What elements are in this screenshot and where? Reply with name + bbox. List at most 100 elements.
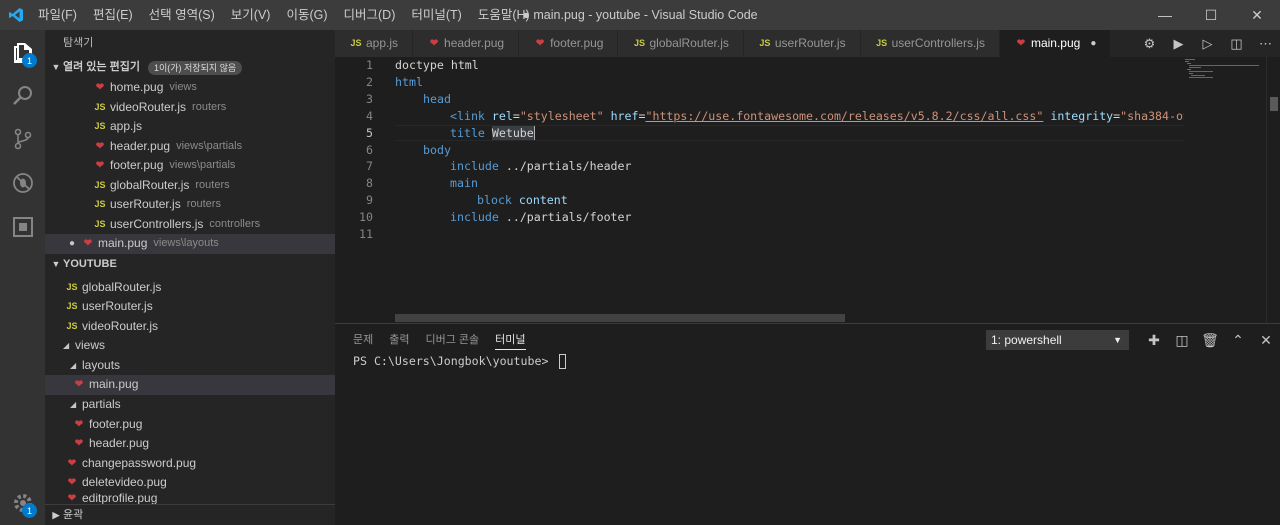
horizontal-scrollbar[interactable] (395, 314, 845, 322)
menu-selection[interactable]: 선택 영역(S) (141, 0, 223, 30)
tab-userrouter-js[interactable]: JS userRouter.js (743, 30, 861, 57)
menu-go[interactable]: 이동(G) (278, 0, 335, 30)
split-terminal-icon[interactable]: ◫ (1168, 330, 1196, 350)
code-line: html (395, 74, 423, 89)
file-name: changepassword.pug (82, 455, 197, 470)
terminal-output[interactable]: PS C:\Users\Jongbok\youtube> (353, 354, 567, 369)
terminal-select[interactable]: 1: powershell ▼ (986, 330, 1129, 350)
tree-folder[interactable]: ◢ views (45, 336, 335, 356)
open-editor-item[interactable]: ❤ home.pug views (45, 78, 335, 98)
debug-icon[interactable] (0, 160, 45, 205)
trash-icon[interactable]: 🗑 (1196, 330, 1224, 350)
open-editors-header[interactable]: ▼ 열려 있는 편집기 1이(가) 저장되지 않음 (45, 57, 335, 78)
project-header[interactable]: ▼ YOUTUBE (45, 253, 335, 275)
menu-debug[interactable]: 디버그(D) (336, 0, 404, 30)
explorer-icon[interactable]: 1 (0, 30, 45, 75)
tab-globalrouter-js[interactable]: JS globalRouter.js (618, 30, 744, 57)
settings-gear-icon[interactable]: 1 (0, 480, 45, 525)
code-line: body (423, 142, 451, 157)
open-editor-item[interactable]: ❤ header.pug views\partials (45, 137, 335, 157)
tab-footer-pug[interactable]: ❤ footer.pug (519, 30, 619, 57)
outline-header[interactable]: ▶ 윤곽 (45, 504, 335, 525)
chevron-up-icon[interactable]: ⌃ (1224, 330, 1252, 350)
panel-tabs: 문제 출력 디버그 콘솔 터미널 (353, 324, 542, 356)
tab-terminal[interactable]: 터미널 (495, 331, 526, 350)
line-number: 3 (366, 91, 373, 106)
file-path: views\layouts (153, 237, 219, 249)
tree-item[interactable]: ❤ footer.pug (45, 415, 335, 435)
tree-item[interactable]: ❤ header.pug (45, 434, 335, 454)
tree-folder[interactable]: ◢ partials (45, 395, 335, 415)
js-file-icon: JS (94, 179, 106, 190)
code-attr: href (610, 108, 639, 123)
code-line: include ../partials/footer (450, 209, 632, 226)
maximize-icon[interactable]: ☐ (1188, 0, 1234, 30)
open-editor-item[interactable]: ❤ footer.pug views\partials (45, 156, 335, 176)
tab-header-pug[interactable]: ❤ header.pug (413, 30, 520, 57)
menu-edit[interactable]: 편집(E) (85, 0, 141, 30)
open-editor-item[interactable]: JS globalRouter.js routers (45, 176, 335, 196)
extensions-icon[interactable] (0, 204, 45, 249)
open-editor-item[interactable]: JS videoRouter.js routers (45, 98, 335, 118)
menu-view[interactable]: 보기(V) (223, 0, 279, 30)
chevron-down-icon: ◢ (63, 341, 70, 351)
source-control-icon[interactable] (0, 116, 45, 161)
tab-debug-console[interactable]: 디버그 콘솔 (426, 331, 480, 349)
vertical-scrollbar[interactable] (1266, 57, 1280, 323)
tab-main-pug[interactable]: ❤ main.pug ● (999, 30, 1112, 57)
code-editor[interactable]: 1 2 3 4 5 6 7 8 9 10 11 doctype html htm… (335, 57, 1280, 323)
code-link[interactable]: "https://use.fontawesome.com/releases/v5… (645, 109, 1043, 123)
tree-item[interactable]: ❤ changepassword.pug (45, 454, 335, 474)
tab-app-js[interactable]: JS app.js (335, 30, 414, 57)
js-file-icon: JS (876, 38, 888, 48)
file-path: controllers (209, 217, 261, 230)
menu-help[interactable]: 도움말(H) (470, 0, 538, 30)
code-attr: integrity (1050, 108, 1114, 123)
unsaved-badge: 1이(가) 저장되지 않음 (147, 60, 243, 75)
js-file-icon: JS (66, 301, 78, 312)
tab-usercontrollers-js[interactable]: JS userControllers.js (860, 30, 1000, 57)
terminal-cursor (559, 354, 567, 369)
file-name: deletevideo.pug (82, 475, 167, 490)
open-editor-item[interactable]: JS app.js (45, 117, 335, 137)
tab-output[interactable]: 출력 (389, 331, 409, 349)
minimap[interactable] (1184, 57, 1266, 323)
open-editor-item[interactable]: JS userControllers.js controllers (45, 215, 335, 235)
sidebar-title: 탐색기 (63, 37, 94, 49)
menu-file[interactable]: 파일(F) (30, 0, 85, 30)
tab-problems[interactable]: 문제 (353, 331, 373, 349)
open-editor-item-active[interactable]: ● ❤ main.pug views\layouts (45, 234, 335, 254)
tree-folder[interactable]: ◢ layouts (45, 356, 335, 376)
minimize-icon[interactable]: — (1142, 0, 1188, 30)
more-actions-icon[interactable]: ⋯ (1251, 36, 1280, 52)
code-string: "stylesheet" (519, 108, 604, 123)
line-number: 2 (366, 74, 373, 89)
pug-file-icon: ❤ (95, 140, 105, 152)
tree-item-selected[interactable]: ❤ main.pug (45, 375, 335, 396)
search-icon[interactable] (0, 72, 45, 117)
tab-label: header.pug (444, 36, 505, 50)
gear-icon[interactable]: ⚙ (1135, 36, 1164, 52)
terminal-select-value: 1: powershell (991, 333, 1062, 347)
open-editor-item[interactable]: JS userRouter.js routers (45, 195, 335, 215)
tree-item[interactable]: JS globalRouter.js (45, 278, 335, 298)
tree-item[interactable]: JS userRouter.js (45, 297, 335, 317)
add-terminal-icon[interactable]: ✚ (1140, 330, 1168, 350)
close-panel-icon[interactable]: ✕ (1252, 330, 1280, 350)
tree-item[interactable]: ❤ deletevideo.pug (45, 473, 335, 493)
unsaved-dot-icon[interactable]: ● (63, 234, 81, 254)
file-name: footer.pug (110, 158, 164, 172)
pug-file-icon: ❤ (95, 82, 105, 93)
close-icon[interactable]: ✕ (1234, 0, 1280, 30)
run-outline-icon[interactable]: ▷ (1193, 36, 1222, 52)
run-icon[interactable]: ▶ (1164, 36, 1193, 52)
menu-terminal[interactable]: 터미널(T) (403, 0, 469, 30)
unsaved-dot-icon[interactable]: ● (1090, 30, 1096, 57)
code-line: include ../partials/header (450, 158, 632, 175)
tree-item[interactable]: JS videoRouter.js (45, 317, 335, 337)
chevron-down-icon: ▼ (1113, 335, 1122, 345)
window-controls: — ☐ ✕ (1142, 0, 1280, 30)
tab-label: app.js (366, 36, 399, 50)
split-editor-icon[interactable]: ◫ (1222, 36, 1251, 52)
code-keyword: include (450, 210, 499, 225)
